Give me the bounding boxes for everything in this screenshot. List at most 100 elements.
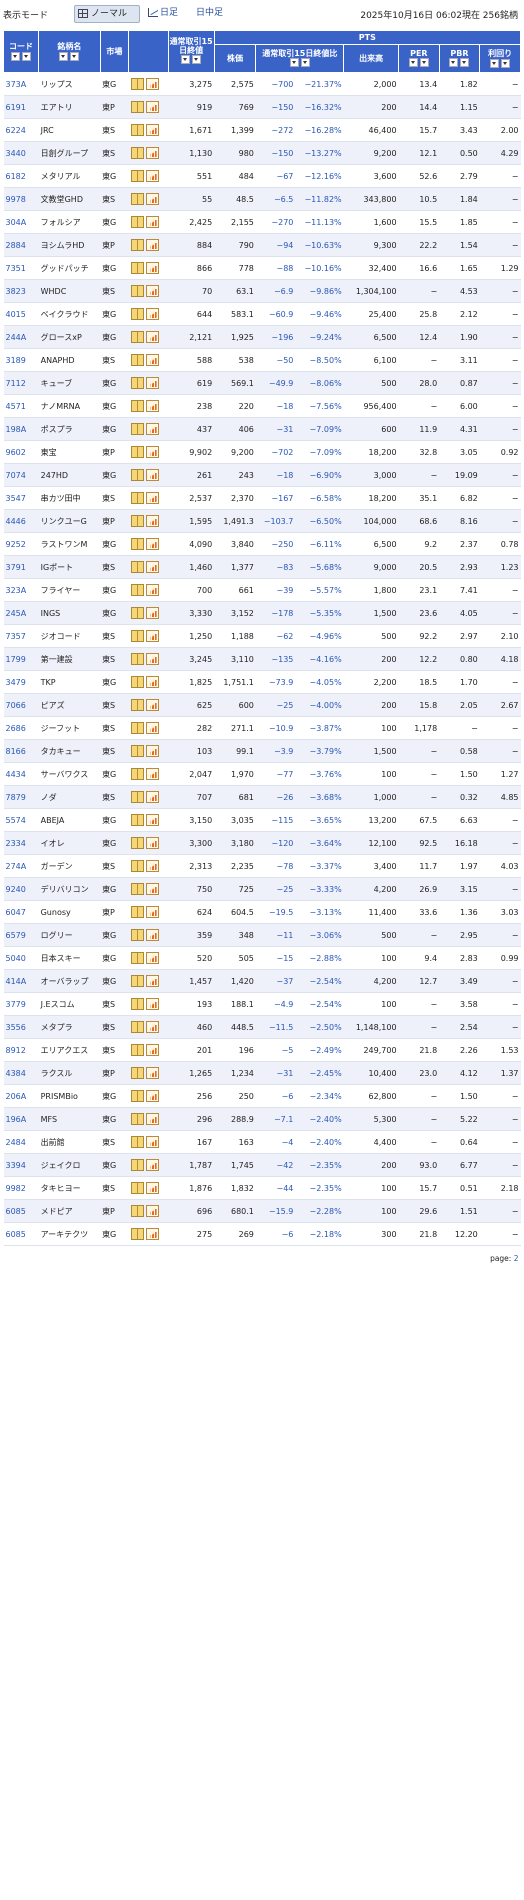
sort-asc-icon[interactable]: [192, 55, 202, 64]
info-book-icon[interactable]: [130, 285, 144, 297]
stock-code-link[interactable]: 6579: [3, 923, 39, 947]
stock-chart-icon[interactable]: [145, 998, 159, 1010]
info-book-icon[interactable]: [130, 124, 144, 136]
stock-code-link[interactable]: 3823: [3, 279, 39, 303]
stock-name-link[interactable]: ヨシムラHD: [38, 233, 101, 257]
stock-name-link[interactable]: タキヒヨー: [38, 1176, 101, 1200]
stock-code-link[interactable]: 7351: [3, 256, 39, 280]
info-book-icon[interactable]: [130, 1067, 144, 1079]
info-book-icon[interactable]: [130, 308, 144, 320]
stock-name-link[interactable]: ガーデン: [38, 854, 101, 878]
sort-desc-icon[interactable]: [11, 51, 21, 61]
info-book-icon[interactable]: [130, 952, 144, 964]
stock-chart-icon[interactable]: [145, 768, 159, 780]
sort-desc-icon[interactable]: [289, 57, 299, 67]
stock-code-link[interactable]: 7066: [3, 693, 39, 717]
stock-name-link[interactable]: グロースxP: [38, 325, 101, 349]
info-book-icon[interactable]: [130, 216, 144, 228]
info-book-icon[interactable]: [130, 630, 144, 642]
info-book-icon[interactable]: [130, 170, 144, 182]
stock-code-link[interactable]: 6182: [3, 164, 39, 188]
col-header-volume[interactable]: 出来高: [343, 44, 400, 73]
info-book-icon[interactable]: [130, 1044, 144, 1056]
stock-code-link[interactable]: 4571: [3, 394, 39, 418]
stock-chart-icon[interactable]: [145, 285, 159, 297]
info-book-icon[interactable]: [130, 1136, 144, 1148]
stock-name-link[interactable]: 247HD: [38, 463, 101, 487]
stock-name-link[interactable]: アーキテクツ: [38, 1222, 101, 1246]
stock-code-link[interactable]: 8912: [3, 1038, 39, 1062]
info-book-icon[interactable]: [130, 331, 144, 343]
stock-name-link[interactable]: ラストワンM: [38, 532, 101, 556]
stock-name-link[interactable]: 日本スキー: [38, 946, 101, 970]
sort-asc-icon[interactable]: [70, 51, 80, 61]
sort-asc-icon[interactable]: [460, 57, 470, 67]
info-book-icon[interactable]: [130, 837, 144, 849]
stock-code-link[interactable]: 2484: [3, 1130, 39, 1154]
info-book-icon[interactable]: [130, 1090, 144, 1102]
stock-code-link[interactable]: 4434: [3, 762, 39, 786]
col-header-price[interactable]: 株価: [213, 44, 257, 73]
stock-chart-icon[interactable]: [145, 1044, 159, 1056]
page-2-link[interactable]: 2: [514, 1254, 519, 1263]
sort-asc-icon[interactable]: [419, 57, 429, 67]
stock-code-link[interactable]: 2334: [3, 831, 39, 855]
info-book-icon[interactable]: [130, 193, 144, 205]
info-book-icon[interactable]: [130, 1159, 144, 1171]
stock-chart-icon[interactable]: [145, 952, 159, 964]
intraday-chart-button[interactable]: 日中足: [196, 5, 223, 21]
stock-chart-icon[interactable]: [145, 354, 159, 366]
info-book-icon[interactable]: [130, 699, 144, 711]
stock-chart-icon[interactable]: [145, 423, 159, 435]
stock-chart-icon[interactable]: [145, 147, 159, 159]
info-book-icon[interactable]: [130, 1021, 144, 1033]
stock-name-link[interactable]: INGS: [38, 601, 101, 625]
stock-code-link[interactable]: 1799: [3, 647, 39, 671]
stock-name-link[interactable]: フォルシア: [38, 210, 101, 234]
sort-desc-icon[interactable]: [59, 51, 69, 61]
stock-name-link[interactable]: メタプラ: [38, 1015, 101, 1039]
sort-desc-icon[interactable]: [490, 58, 500, 68]
info-book-icon[interactable]: [130, 1113, 144, 1125]
info-book-icon[interactable]: [130, 446, 144, 458]
stock-code-link[interactable]: 9602: [3, 440, 39, 464]
stock-name-link[interactable]: Gunosy: [38, 900, 101, 924]
stock-code-link[interactable]: 7357: [3, 624, 39, 648]
stock-name-link[interactable]: ABEJA: [38, 808, 101, 832]
stock-name-link[interactable]: イオレ: [38, 831, 101, 855]
stock-code-link[interactable]: 9978: [3, 187, 39, 211]
stock-name-link[interactable]: PRISMBio: [38, 1084, 101, 1108]
stock-name-link[interactable]: エリアクエス: [38, 1038, 101, 1062]
stock-code-link[interactable]: 206A: [3, 1084, 39, 1108]
info-book-icon[interactable]: [130, 998, 144, 1010]
info-book-icon[interactable]: [130, 1182, 144, 1194]
stock-code-link[interactable]: 9982: [3, 1176, 39, 1200]
info-book-icon[interactable]: [130, 469, 144, 481]
stock-name-link[interactable]: デリバリコン: [38, 877, 101, 901]
stock-chart-icon[interactable]: [145, 101, 159, 113]
stock-code-link[interactable]: 2686: [3, 716, 39, 740]
info-book-icon[interactable]: [130, 492, 144, 504]
info-book-icon[interactable]: [130, 584, 144, 596]
stock-chart-icon[interactable]: [145, 745, 159, 757]
stock-name-link[interactable]: J.Eスコム: [38, 992, 101, 1016]
sort-asc-icon[interactable]: [22, 51, 32, 61]
stock-chart-icon[interactable]: [145, 492, 159, 504]
stock-code-link[interactable]: 304A: [3, 210, 39, 234]
stock-code-link[interactable]: 3547: [3, 486, 39, 510]
normal-mode-button[interactable]: ノーマル: [74, 5, 140, 23]
stock-chart-icon[interactable]: [145, 791, 159, 803]
info-book-icon[interactable]: [130, 929, 144, 941]
stock-code-link[interactable]: 6224: [3, 118, 39, 142]
stock-name-link[interactable]: メタリアル: [38, 164, 101, 188]
stock-name-link[interactable]: グッドパッチ: [38, 256, 101, 280]
stock-chart-icon[interactable]: [145, 1159, 159, 1171]
stock-chart-icon[interactable]: [145, 78, 159, 90]
stock-name-link[interactable]: メドピア: [38, 1199, 101, 1223]
stock-chart-icon[interactable]: [145, 193, 159, 205]
stock-chart-icon[interactable]: [145, 676, 159, 688]
stock-chart-icon[interactable]: [145, 883, 159, 895]
stock-code-link[interactable]: 3779: [3, 992, 39, 1016]
stock-chart-icon[interactable]: [145, 837, 159, 849]
stock-name-link[interactable]: 出前館: [38, 1130, 101, 1154]
